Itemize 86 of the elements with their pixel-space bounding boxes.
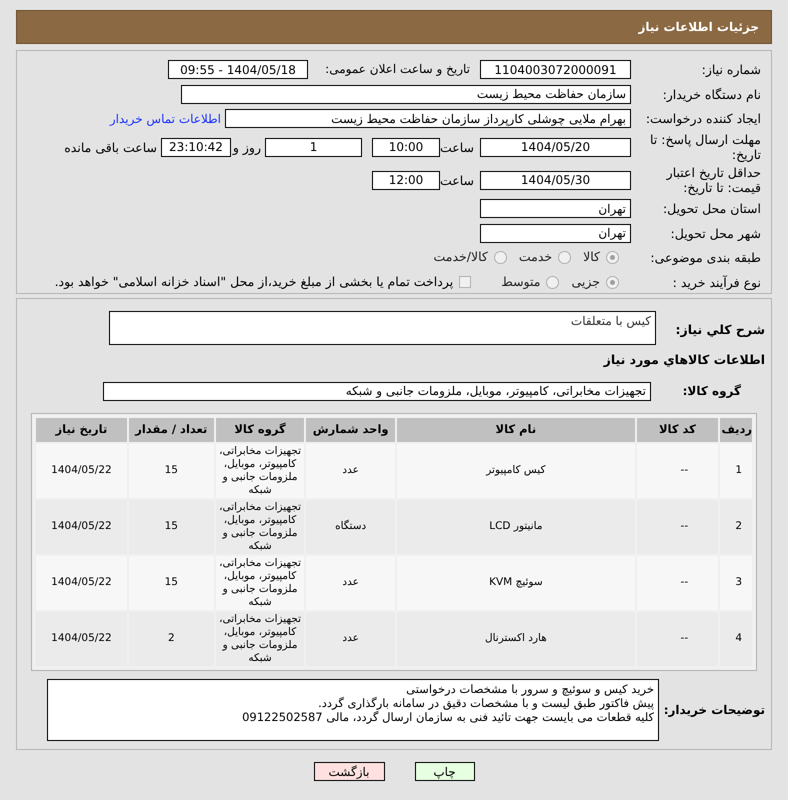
field-value: 10:00 (372, 138, 440, 157)
table-cell: 1404/05/22 (36, 612, 127, 666)
field-label: گروه کالا: (682, 383, 742, 400)
table-cell: 15 (128, 556, 214, 610)
column-header: کد کالا (636, 418, 718, 442)
table-cell: 2 (720, 500, 752, 554)
table-cell: تجهیزات مخابراتی، کامپیوتر، موبایل، ملزومات جانبی و شبکه (216, 556, 304, 610)
field-label: طبقه بندی موضوعی: (649, 250, 762, 266)
checkbox[interactable] (459, 276, 472, 288)
print-button[interactable]: چاپ (414, 762, 474, 781)
field-label: شهر محل تحویل: (670, 226, 762, 241)
table-cell: عدد (306, 444, 395, 498)
field-label: ساعت باقی مانده (64, 140, 158, 155)
field-label: نام دستگاه خریدار: (662, 86, 762, 102)
column-header: نام کالا (396, 418, 635, 442)
table-cell: -- (636, 556, 718, 610)
field-value: 1404/05/30 (480, 170, 631, 190)
table-cell: 1 (720, 444, 752, 498)
option-label: پرداخت تمام یا بخشی از مبلغ خرید،از محل "اسناد خزانه اسلامی" خواهد بود. (54, 272, 454, 291)
column-header: تعداد / مقدار (128, 418, 214, 442)
back-button[interactable]: بازگشت (314, 762, 384, 781)
option-label: کالا/خدمت (433, 248, 488, 266)
radio-button[interactable] (494, 251, 507, 264)
field-value: 23:10:42 (161, 138, 231, 157)
table-cell: 15 (128, 444, 214, 498)
table-cell: سوئیچ KVM (396, 556, 635, 610)
field-value: سازمان حفاظت محیط زیست (181, 84, 631, 104)
table-cell: مانیتور LCD (396, 500, 635, 554)
table-cell: 4 (720, 612, 752, 666)
radio-button[interactable] (558, 251, 572, 264)
field-label: روز و (231, 140, 262, 155)
contact-link[interactable]: اطلاعات تماس خریدار (110, 110, 221, 128)
table-cell: 1404/05/22 (36, 444, 127, 498)
section-title: اطلاعات کالاهاي مورد نياز (602, 351, 766, 369)
field-value: بهرام ملایی چوشلی کارپرداز سازمان حفاظت محیط زیست (225, 109, 631, 128)
notes-line: خرید کیس و سوئیچ و سرور با مشخصات درخواستی (406, 682, 654, 696)
notes-line: پیش فاکتور طبق لیست و با مشخصات دقیق در سامانه بارگذاری گردد. (318, 696, 654, 710)
option-label: کالا (583, 248, 600, 266)
radio-button[interactable] (606, 276, 619, 289)
column-header: تاریخ نیاز (36, 418, 127, 442)
column-header: گروه کالا (216, 418, 304, 442)
field-label: شماره نیاز: (700, 62, 762, 78)
table-cell: -- (636, 500, 718, 554)
table-cell: 15 (128, 500, 214, 554)
description-field: کیس با متعلقات (109, 311, 656, 345)
table-cell: -- (636, 612, 718, 666)
table-cell: 1404/05/22 (36, 556, 127, 610)
field-label: حداقل تاریخ اعتبار قیمت: تا تاریخ: (665, 165, 762, 196)
table-cell: 3 (720, 556, 752, 610)
field-value: 12:00 (372, 170, 440, 190)
column-header: ردیف (720, 418, 752, 442)
notes-line: کلیه قطعات می بایست جهت تائید فنی به سازمان ارسال گردد، مالی 09122502587 (242, 710, 654, 724)
field-label: استان محل تحویل: (662, 201, 762, 216)
table-cell: 1404/05/22 (36, 500, 127, 554)
field-label: توضیحات خریدار: (662, 702, 766, 719)
column-header: واحد شمارش (306, 418, 395, 442)
field-value: تجهیزات مخابراتی، کامپیوتر، موبایل، ملزومات جانبی و شبکه (103, 382, 651, 401)
field-label: شرح کلي نياز: (674, 321, 766, 339)
table-cell: تجهیزات مخابراتی، کامپیوتر، موبایل، ملزومات جانبی و شبکه (216, 444, 304, 498)
field-value: 1 (265, 138, 362, 157)
field-label: ساعت (440, 172, 475, 188)
table-cell: دستگاه (306, 500, 395, 554)
field-label: مهلت ارسال پاسخ: تا تاریخ: (649, 132, 762, 162)
table-cell: عدد (306, 612, 395, 666)
field-label: نوع فرآیند خرید : (672, 274, 762, 290)
field-label: ساعت (440, 140, 475, 155)
field-value: تهران (480, 224, 631, 243)
table-cell: تجهیزات مخابراتی، کامپیوتر، موبایل، ملزومات جانبی و شبکه (216, 612, 304, 666)
radio-button[interactable] (606, 251, 619, 264)
radio-button[interactable] (546, 276, 560, 289)
table-cell: عدد (306, 556, 395, 610)
option-label: جزیی (571, 272, 600, 291)
option-label: خدمت (518, 248, 552, 266)
table-cell: کیس کامپیوتر (396, 444, 635, 498)
option-label: متوسط (501, 272, 540, 291)
field-label: ایجاد کننده درخواست: (644, 111, 762, 126)
field-value: 1404/05/20 (480, 138, 631, 157)
header-title: جزئیات اطلاعات نیاز (638, 19, 759, 36)
table-cell: هارد اکسترنال (396, 612, 635, 666)
table-cell: 2 (128, 612, 214, 666)
field-value: تهران (480, 199, 631, 218)
table-cell: تجهیزات مخابراتی، کامپیوتر، موبایل، ملزومات جانبی و شبکه (216, 500, 304, 554)
field-value: 1104003072000091 (480, 60, 631, 80)
field-value: 1404/05/18 - 09:55 (168, 60, 308, 80)
table-cell: -- (636, 444, 718, 498)
field-label: تاریخ و ساعت اعلان عمومی: (324, 62, 471, 78)
